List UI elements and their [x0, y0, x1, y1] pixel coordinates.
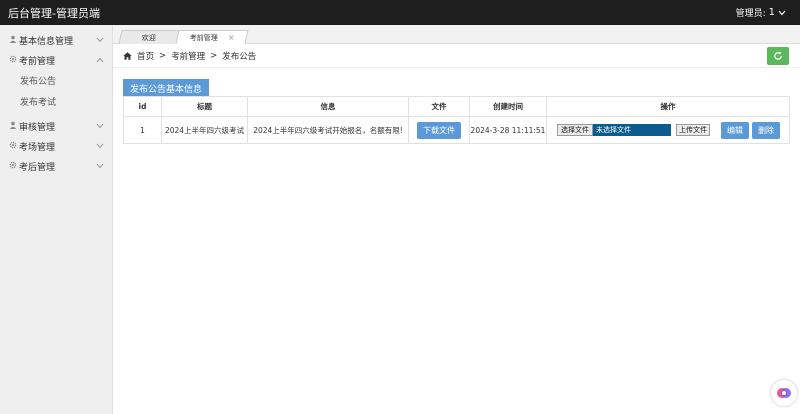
breadcrumb-section[interactable]: 考前管理: [171, 50, 205, 62]
table-header-row: id 标题 信息 文件 创建时间 操作: [123, 96, 790, 117]
breadcrumb-separator: >: [210, 50, 218, 61]
announcement-table: id 标题 信息 文件 创建时间 操作 1 2024上半年四六级考试 2024上…: [123, 96, 790, 144]
column-header-info: 信息: [247, 96, 409, 117]
breadcrumb-current: 发布公告: [222, 51, 257, 62]
cell-actions: 选择文件 未选择文件 上传文件 编辑 删除: [546, 116, 790, 144]
delete-button[interactable]: 删除: [752, 121, 780, 139]
tab-welcome[interactable]: 欢迎: [118, 30, 180, 44]
gear-icon: [8, 55, 17, 65]
sidebar-item-review[interactable]: 审核管理: [0, 116, 112, 136]
sidebar: 基本信息管理 考前管理 发布公告 发布考试 审核管理 考场管理 考后管理: [0, 25, 113, 414]
download-file-button[interactable]: 下载文件: [417, 121, 461, 139]
top-bar: 后台管理-管理员端 管理员: 1: [0, 0, 800, 25]
chevron-down-icon: [96, 122, 104, 131]
column-header-title: 标题: [161, 96, 248, 117]
cell-title: 2024上半年四六级考试: [161, 116, 248, 144]
sidebar-subitem-publish-exam[interactable]: 发布考试: [0, 91, 112, 112]
sidebar-item-basic-info[interactable]: 基本信息管理: [0, 30, 112, 50]
user-icon: [8, 121, 17, 131]
sidebar-item-label: 考场管理: [19, 142, 56, 153]
app-title: 后台管理-管理员端: [8, 6, 100, 20]
gear-icon: [8, 141, 17, 151]
sidebar-item-label: 考后管理: [19, 162, 56, 173]
tab-label: 考前管理: [189, 33, 218, 42]
tab-pre-exam[interactable]: 考前管理 ×: [175, 30, 249, 44]
column-header-created: 创建时间: [469, 96, 547, 117]
chevron-down-icon: [778, 10, 786, 15]
announcement-panel: 发布公告基本信息 id 标题 信息 文件 创建时间 操作 1 2024上半年四六…: [123, 79, 790, 144]
column-header-file: 文件: [408, 96, 470, 117]
file-input[interactable]: 选择文件 未选择文件: [557, 124, 671, 136]
breadcrumb-separator: >: [159, 50, 167, 61]
user-label: 管理员:: [735, 9, 766, 19]
main-content: 欢迎 考前管理 × 首页 > 考前管理 > 发布公告 发布公告基本信息 id 标…: [113, 25, 800, 414]
sidebar-item-label: 审核管理: [19, 122, 56, 133]
tab-bar: 欢迎 考前管理 ×: [113, 25, 800, 44]
close-icon[interactable]: ×: [228, 33, 235, 42]
assistant-icon: [777, 388, 791, 398]
table-row: 1 2024上半年四六级考试 2024上半年四六级考试开始报名，名额有限! 下载…: [123, 116, 790, 144]
chevron-down-icon: [96, 36, 104, 45]
choose-file-button[interactable]: 选择文件: [557, 124, 593, 136]
refresh-button[interactable]: [767, 47, 789, 65]
tab-label: 欢迎: [141, 33, 156, 42]
submenu-pre-exam: 发布公告 发布考试: [0, 70, 112, 112]
gear-icon: [8, 161, 17, 171]
user-name: 1: [768, 7, 775, 18]
sidebar-item-exam-room[interactable]: 考场管理: [0, 136, 112, 156]
breadcrumb: 首页 > 考前管理 > 发布公告: [113, 44, 800, 68]
cell-created: 2024-3-28 11:11:51: [469, 116, 547, 144]
breadcrumb-home[interactable]: 首页: [137, 50, 154, 62]
sidebar-item-label: 考前管理: [19, 56, 56, 67]
sidebar-item-label: 基本信息管理: [19, 36, 74, 47]
refresh-icon: [774, 51, 782, 60]
sidebar-item-post-exam[interactable]: 考后管理: [0, 156, 112, 176]
cell-info: 2024上半年四六级考试开始报名，名额有限!: [247, 116, 409, 144]
file-status: 未选择文件: [593, 124, 671, 136]
edit-button[interactable]: 编辑: [721, 121, 749, 139]
user-icon: [8, 35, 17, 45]
cell-file: 下载文件: [408, 116, 470, 144]
upload-file-button[interactable]: 上传文件: [676, 124, 710, 136]
panel-title: 发布公告基本信息: [123, 79, 210, 96]
column-header-actions: 操作: [546, 96, 790, 117]
sidebar-item-pre-exam[interactable]: 考前管理: [0, 50, 112, 70]
chevron-down-icon: [96, 142, 104, 151]
home-icon: [123, 51, 132, 60]
column-header-id: id: [123, 96, 162, 117]
sidebar-subitem-announcement[interactable]: 发布公告: [0, 70, 112, 91]
chevron-up-icon: [96, 56, 104, 65]
floating-assistant-button[interactable]: [771, 380, 797, 406]
cell-id: 1: [123, 116, 162, 144]
user-menu[interactable]: 管理员: 1: [736, 6, 786, 19]
chevron-down-icon: [96, 162, 104, 171]
